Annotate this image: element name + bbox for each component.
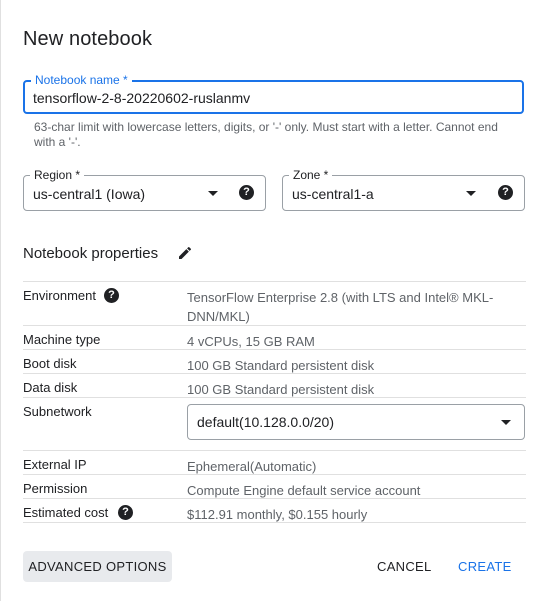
notebook-name-hint: 63-char limit with lowercase letters, di… [34, 120, 498, 149]
property-row-subnetwork: Subnetwork default(10.128.0.0/20) [23, 397, 526, 450]
region-label: Region * [30, 168, 85, 182]
chevron-down-icon[interactable] [208, 191, 218, 196]
external-ip-key: External IP [23, 457, 87, 472]
data-disk-key: Data disk [23, 380, 78, 395]
estimated-cost-key: Estimated cost [23, 505, 109, 520]
new-notebook-dialog: New notebook Notebook name * tensorflow-… [0, 0, 548, 601]
zone-select[interactable]: Zone * us-central1-a ? [282, 168, 525, 211]
notebook-name-input[interactable]: tensorflow-2-8-20220602-ruslanmv [33, 90, 250, 106]
estimated-cost-value: $112.91 monthly, $0.155 hourly [187, 507, 368, 522]
boot-disk-key: Boot disk [23, 356, 77, 371]
cancel-button[interactable]: CANCEL [377, 551, 432, 582]
property-row-external-ip: External IP Ephemeral(Automatic) [23, 450, 526, 474]
property-row-machine-type: Machine type 4 vCPUs, 15 GB RAM [23, 325, 526, 349]
advanced-options-button[interactable]: ADVANCED OPTIONS [23, 551, 172, 582]
property-row-boot-disk: Boot disk 100 GB Standard persistent dis… [23, 349, 526, 373]
region-value: us-central1 (Iowa) [33, 186, 146, 202]
zone-label: Zone * [289, 168, 333, 182]
chevron-down-icon[interactable] [466, 191, 476, 196]
property-row-estimated-cost: Estimated cost ? $112.91 monthly, $0.155… [23, 498, 526, 523]
dialog-title: New notebook [23, 28, 153, 50]
help-icon[interactable]: ? [239, 185, 254, 200]
property-row-environment: Environment ? TensorFlow Enterprise 2.8 … [23, 281, 526, 325]
notebook-name-label: Notebook name * [31, 73, 132, 87]
subnetwork-value: default(10.128.0.0/20) [197, 414, 334, 430]
help-icon[interactable]: ? [104, 288, 119, 303]
property-row-data-disk: Data disk 100 GB Standard persistent dis… [23, 373, 526, 397]
machine-type-key: Machine type [23, 332, 101, 347]
environment-key: Environment [23, 288, 96, 303]
help-icon[interactable]: ? [118, 505, 133, 520]
pencil-icon[interactable] [177, 245, 193, 261]
permission-key: Permission [23, 481, 88, 496]
help-icon[interactable]: ? [498, 185, 513, 200]
environment-value: TensorFlow Enterprise 2.8 (with LTS and … [187, 290, 494, 324]
zone-value: us-central1-a [292, 186, 374, 202]
notebook-properties-title: Notebook properties [23, 245, 159, 262]
subnetwork-key: Subnetwork [23, 404, 92, 419]
region-select[interactable]: Region * us-central1 (Iowa) ? [23, 168, 266, 211]
subnetwork-select[interactable]: default(10.128.0.0/20) [187, 404, 525, 440]
property-row-permission: Permission Compute Engine default servic… [23, 474, 526, 498]
create-button[interactable]: CREATE [458, 551, 512, 582]
notebook-name-field[interactable]: Notebook name * tensorflow-2-8-20220602-… [23, 73, 524, 114]
chevron-down-icon[interactable] [501, 420, 511, 425]
